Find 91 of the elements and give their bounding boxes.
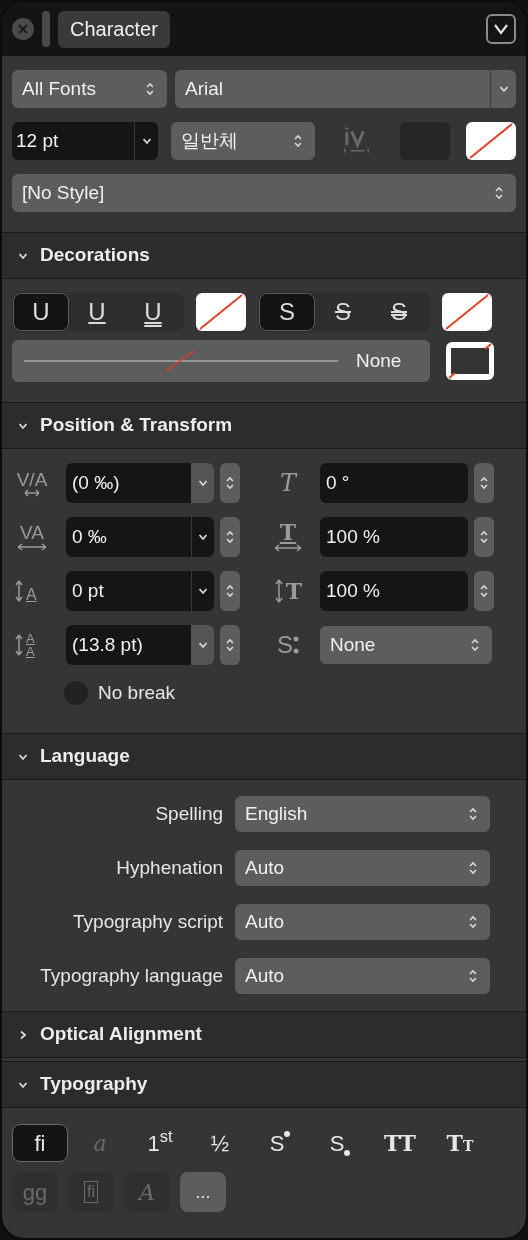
language-popup[interactable]: Auto — [235, 958, 490, 994]
font-size-field[interactable]: 12 pt — [12, 122, 159, 160]
stepper-icon — [470, 637, 480, 653]
underline-toggle[interactable]: U — [125, 293, 181, 331]
feature-toggle[interactable]: S — [312, 1124, 368, 1162]
chevron-icon — [18, 421, 28, 430]
font-style-popup[interactable]: 일반체 — [171, 122, 315, 160]
stepper[interactable] — [220, 571, 240, 611]
chevron-icon — [197, 479, 208, 487]
strikethrough-toggle[interactable]: S — [315, 293, 371, 331]
stepper-arrows-icon — [479, 529, 489, 545]
stepper-arrows-icon — [225, 475, 235, 491]
value-combobox[interactable]: 0 pt — [66, 571, 214, 611]
chevron-icon — [18, 251, 28, 260]
feature-toggle[interactable]: TT — [432, 1124, 488, 1162]
chevron-icon — [19, 1029, 27, 1040]
strikethrough-toggle[interactable]: S — [259, 293, 315, 331]
section-header[interactable]: Decorations — [2, 232, 526, 279]
stepper[interactable] — [474, 463, 494, 503]
feature-toggle[interactable]: ½ — [192, 1124, 248, 1162]
border-color-swatch[interactable] — [446, 342, 494, 380]
strikethrough-toggle[interactable]: S — [371, 293, 427, 331]
field-label: Typography script — [72, 909, 224, 934]
stepper-arrows-icon — [479, 475, 489, 491]
chevron-icon — [197, 641, 208, 649]
checkbox-label: No break — [98, 681, 176, 705]
section-header[interactable]: Optical Alignment — [2, 1011, 526, 1058]
value-field[interactable]: 100 % — [320, 517, 468, 557]
chevron-icon — [18, 1080, 28, 1089]
stepper-icon — [292, 133, 303, 149]
stroke-swatch[interactable] — [466, 122, 516, 160]
section-title: Typography — [40, 1072, 148, 1097]
stepper-icon — [468, 914, 478, 930]
chevron-icon — [141, 137, 152, 145]
collapse-button[interactable] — [486, 14, 516, 44]
stepper[interactable] — [474, 517, 494, 557]
line-style-popup[interactable]: None — [12, 340, 430, 382]
font-family-combobox[interactable]: Arial — [175, 70, 516, 108]
stepper-icon — [468, 968, 478, 984]
stepper-arrows-icon — [479, 583, 489, 599]
close-icon — [18, 24, 28, 34]
chevron-icon — [198, 587, 208, 595]
feature-toggle[interactable]: ... — [180, 1172, 226, 1212]
drag-handle[interactable] — [42, 11, 50, 47]
feature-toggle[interactable]: TT — [372, 1124, 428, 1162]
underline-toggle[interactable]: U — [69, 293, 125, 331]
chevron-icon — [18, 752, 28, 761]
feature-toggle[interactable]: fi — [12, 1124, 68, 1162]
stepper-icon — [468, 806, 478, 822]
superscript-style-popup[interactable]: None — [320, 626, 492, 664]
section-header[interactable]: Typography — [2, 1061, 526, 1108]
chevron-icon — [498, 85, 509, 93]
field-label: Typography language — [39, 963, 224, 988]
character-style-popup[interactable]: [No Style] — [12, 174, 516, 212]
section-title: Language — [40, 744, 130, 769]
stepper-icon — [145, 81, 155, 97]
stepper-arrows-icon — [225, 529, 235, 545]
chevron-icon — [198, 533, 208, 541]
underline-toggle[interactable]: U — [13, 293, 69, 331]
chevron-icon — [493, 23, 509, 35]
stepper-arrows-icon — [225, 583, 235, 599]
value-field[interactable]: 100 % — [320, 571, 468, 611]
language-popup[interactable]: Auto — [235, 904, 490, 940]
skew-icon: T — [268, 471, 308, 495]
feature-toggle[interactable]: 1$^{st}$ — [132, 1124, 188, 1162]
value-combobox[interactable]: (13.8 pt) — [66, 625, 214, 665]
section-header[interactable]: Position & Transform — [2, 402, 526, 449]
stepper[interactable] — [220, 625, 240, 665]
line-preview-icon — [24, 349, 340, 373]
language-popup[interactable]: English — [235, 796, 490, 832]
strikethrough-color-swatch[interactable] — [442, 293, 492, 331]
panel-tab[interactable]: Character — [58, 10, 170, 48]
stepper-icon — [468, 860, 478, 876]
underline-color-swatch[interactable] — [196, 293, 246, 331]
stepper-icon — [494, 185, 504, 201]
section-title: Optical Alignment — [40, 1022, 202, 1047]
feature-toggle[interactable]: S — [252, 1124, 308, 1162]
field-label: Hyphenation — [115, 855, 224, 880]
stepper[interactable] — [220, 517, 240, 557]
value-combobox[interactable]: (0 ‰) — [66, 463, 214, 503]
value-combobox[interactable]: 0 ‰ — [66, 517, 214, 557]
field-label: Spelling — [154, 801, 224, 826]
section-title: Position & Transform — [40, 413, 233, 438]
language-popup[interactable]: Auto — [235, 850, 490, 886]
section-title: Decorations — [40, 243, 150, 268]
stepper-arrows-icon — [225, 637, 235, 653]
section-header[interactable]: Language — [2, 733, 526, 780]
stepper[interactable] — [220, 463, 240, 503]
stepper[interactable] — [474, 571, 494, 611]
font-collection-popup[interactable]: All Fonts — [12, 70, 167, 108]
value-field[interactable]: 0 ° — [320, 463, 468, 503]
